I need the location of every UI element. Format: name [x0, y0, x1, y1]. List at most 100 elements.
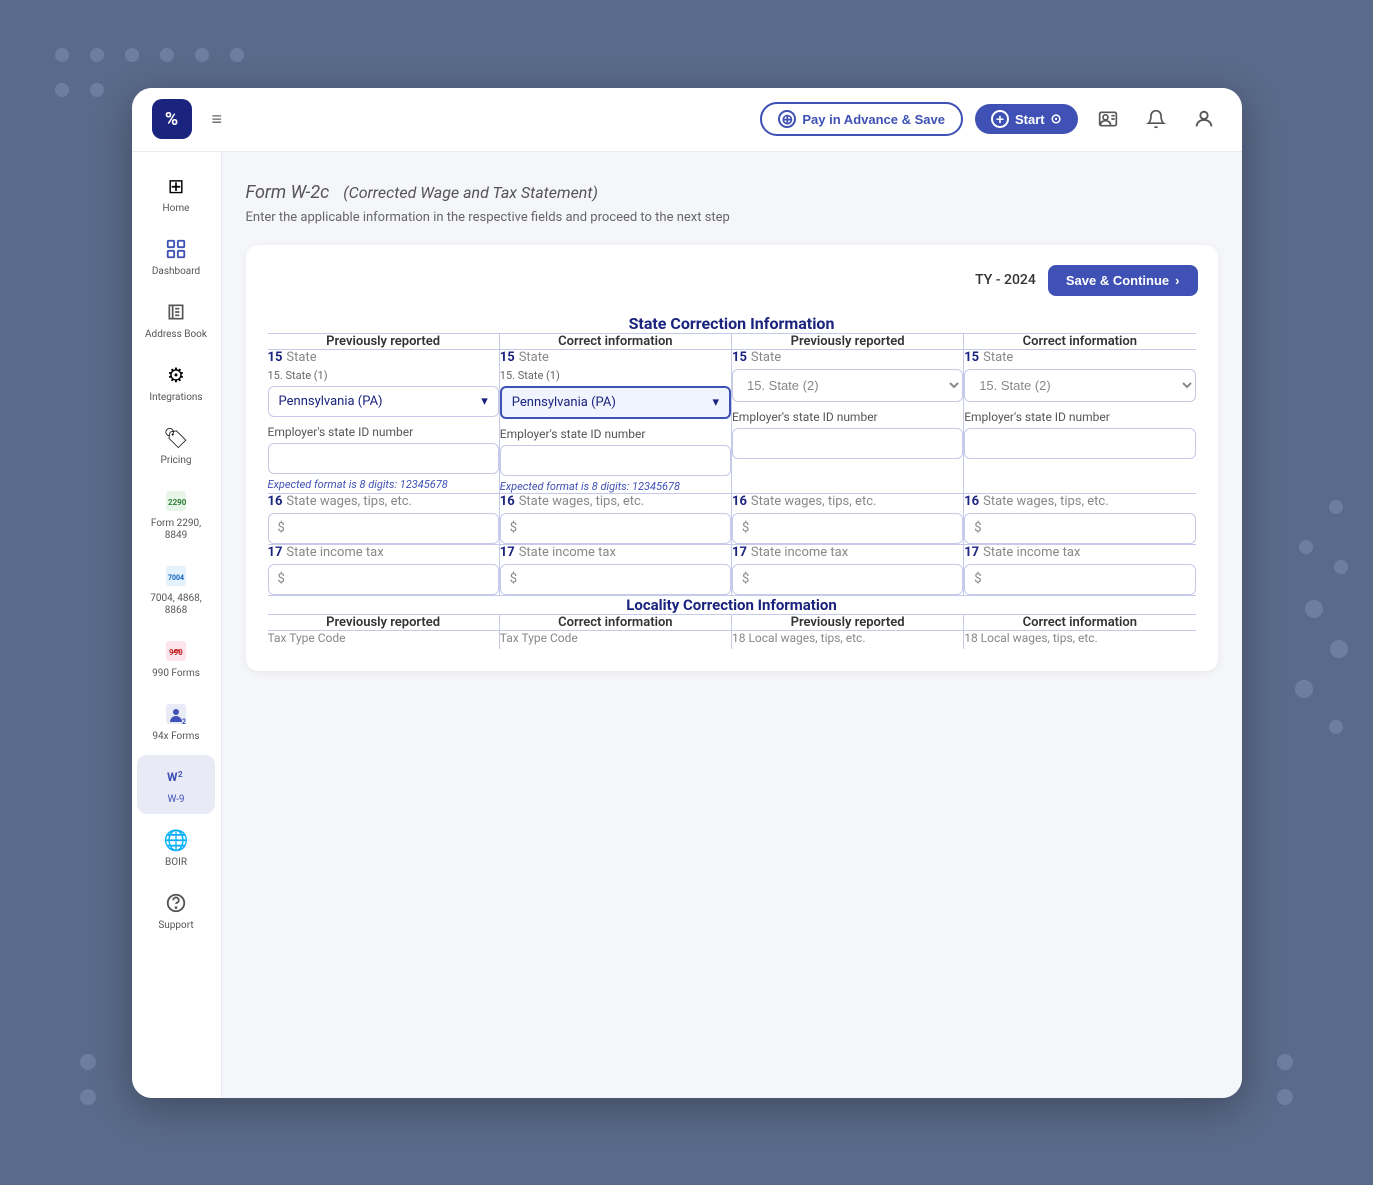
sidebar-label-form7004: 7004, 4868, 8868	[141, 593, 211, 617]
col2-employer-id-input[interactable]	[500, 445, 731, 476]
sidebar-item-integrations[interactable]: ⚙ Integrations	[137, 353, 215, 412]
col1-field15-label-row: 15 State	[268, 350, 499, 365]
sidebar-item-home[interactable]: ⊞ Home	[137, 164, 215, 223]
col4-tax-input[interactable]	[964, 564, 1195, 595]
home-icon: ⊞	[162, 172, 190, 200]
locality-col1-header: Previously reported	[267, 614, 500, 630]
dollar-sign-icon-3: $	[742, 521, 749, 536]
pricing-icon: 🏷	[162, 424, 190, 452]
sidebar-item-dashboard[interactable]: Dashboard	[137, 227, 215, 286]
pay-advance-plus-icon: ⊕	[778, 110, 796, 128]
col4-wages-input[interactable]	[964, 513, 1195, 544]
sidebar-label-pricing: Pricing	[161, 455, 192, 467]
col2-wages-input[interactable]	[500, 513, 731, 544]
dropdown-arrow-icon: ▾	[481, 394, 488, 409]
start-plus-icon: +	[991, 110, 1009, 128]
app-logo: %	[152, 99, 192, 139]
col1-header: Previously reported	[267, 333, 500, 349]
sidebar-label-990: 990 Forms	[152, 668, 200, 680]
locality-col4-localwages-cell: 18 Local wages, tips, etc.	[964, 630, 1197, 650]
col2-state-dropdown[interactable]: Pennsylvania (PA) ▾	[500, 386, 731, 419]
sidebar-item-990forms[interactable]: 990 990 Forms	[137, 629, 215, 688]
svg-text:2290: 2290	[168, 498, 187, 507]
col4-employer-id-input[interactable]	[964, 428, 1195, 459]
dropdown-arrow-icon-2: ▾	[712, 395, 719, 410]
col2-header: Correct information	[499, 333, 731, 349]
svg-text:7004: 7004	[168, 574, 184, 582]
col1-tax-input[interactable]	[268, 564, 499, 595]
form7004-icon: 7004	[162, 562, 190, 590]
page-title: Form W-2c (Corrected Wage and Tax Statem…	[246, 176, 1218, 204]
locality-col3-localwages-cell: 18 Local wages, tips, etc.	[731, 630, 963, 650]
state-section-header: State Correction Information	[267, 313, 1197, 334]
ty-header: TY - 2024 Save & Continue ›	[266, 265, 1198, 296]
col1-state-sublabel: 15. State (1)	[268, 369, 499, 382]
sidebar-item-w9[interactable]: W2 W-9	[137, 755, 215, 814]
col3-state-select[interactable]: 15. State (2)	[732, 369, 963, 402]
col4-state-select[interactable]: 15. State (2)	[964, 369, 1195, 402]
col1-employer-id-input[interactable]	[268, 443, 499, 474]
col1-state-dropdown[interactable]: Pennsylvania (PA) ▾	[268, 386, 499, 417]
pay-advance-button[interactable]: ⊕ Pay in Advance & Save	[760, 102, 963, 136]
sidebar-item-support[interactable]: Support	[137, 881, 215, 940]
main-layout: ⊞ Home Dashboard Address Book ⚙	[132, 152, 1242, 1098]
chevron-right-icon: ›	[1175, 273, 1179, 288]
support-icon	[162, 889, 190, 917]
account-button[interactable]	[1186, 101, 1222, 137]
sidebar-label-form2290: Form 2290, 8849	[141, 518, 211, 542]
locality-section-header: Locality Correction Information	[267, 595, 1197, 614]
dollar-sign-icon-7: $	[742, 572, 749, 587]
sidebar-label-integrations: Integrations	[149, 392, 202, 404]
col3-state-cell: 15 State 15. State (2)	[731, 349, 963, 493]
col1-helper-text: Expected format is 8 digits: 12345678	[268, 478, 499, 491]
locality-col1-taxtype-cell: Tax Type Code	[267, 630, 500, 650]
svg-text:W: W	[167, 770, 178, 784]
col1-tax-input-wrapper: $	[268, 564, 499, 595]
col4-tax-input-wrapper: $	[964, 564, 1195, 595]
sidebar-label-support: Support	[158, 920, 193, 932]
sidebar-label-addressbook: Address Book	[145, 329, 207, 341]
col3-tax-input[interactable]	[732, 564, 963, 595]
form2290-icon: 2290	[162, 487, 190, 515]
save-continue-button[interactable]: Save & Continue ›	[1048, 265, 1198, 296]
col2-wages-cell: 16 State wages, tips, etc. $	[499, 493, 731, 544]
sidebar-item-boir[interactable]: 🌐 BOIR	[137, 818, 215, 877]
notifications-button[interactable]	[1138, 101, 1174, 137]
start-button[interactable]: + Start ⊙	[975, 104, 1078, 134]
990forms-icon: 990	[162, 637, 190, 665]
sidebar-item-94xforms[interactable]: 2 94x Forms	[137, 692, 215, 751]
sidebar-item-addressbook[interactable]: Address Book	[137, 290, 215, 349]
col2-state-sublabel: 15. State (1)	[500, 369, 731, 382]
locality-col2-header: Correct information	[499, 614, 731, 630]
col2-wages-input-wrapper: $	[500, 513, 731, 544]
locality-col2-taxtype-cell: Tax Type Code	[499, 630, 731, 650]
dollar-sign-icon-8: $	[974, 572, 981, 587]
locality-col3-header: Previously reported	[731, 614, 963, 630]
navbar: % ≡ ⊕ Pay in Advance & Save + Start ⊙	[132, 88, 1242, 152]
col1-wages-input-wrapper: $	[268, 513, 499, 544]
col1-wages-input[interactable]	[268, 513, 499, 544]
dollar-sign-icon-5: $	[278, 572, 285, 587]
94xforms-icon: 2	[162, 700, 190, 728]
sidebar-label-home: Home	[163, 203, 190, 215]
col2-tax-input[interactable]	[500, 564, 731, 595]
col3-wages-input[interactable]	[732, 513, 963, 544]
menu-icon[interactable]: ≡	[212, 109, 223, 130]
sidebar-item-form7004[interactable]: 7004 7004, 4868, 8868	[137, 554, 215, 625]
sidebar-item-pricing[interactable]: 🏷 Pricing	[137, 416, 215, 475]
sidebar-item-form2290[interactable]: 2290 Form 2290, 8849	[137, 479, 215, 550]
content-area: Form W-2c (Corrected Wage and Tax Statem…	[222, 152, 1242, 1098]
dollar-sign-icon-2: $	[510, 521, 517, 536]
sidebar-label-boir: BOIR	[165, 857, 187, 869]
col2-tax-cell: 17 State income tax $	[499, 544, 731, 595]
profile-card-button[interactable]	[1090, 101, 1126, 137]
dollar-sign-icon-4: $	[974, 521, 981, 536]
col4-wages-input-wrapper: $	[964, 513, 1195, 544]
col2-tax-input-wrapper: $	[500, 564, 731, 595]
col3-wages-cell: 16 State wages, tips, etc. $	[731, 493, 963, 544]
col3-employer-id-input[interactable]	[732, 428, 963, 459]
locality-col4-header: Correct information	[964, 614, 1197, 630]
svg-text:2: 2	[178, 770, 183, 779]
col2-state-cell: 15 State 15. State (1) Pennsylvania (PA)…	[499, 349, 731, 493]
sidebar-label-w9: W-9	[168, 794, 185, 806]
